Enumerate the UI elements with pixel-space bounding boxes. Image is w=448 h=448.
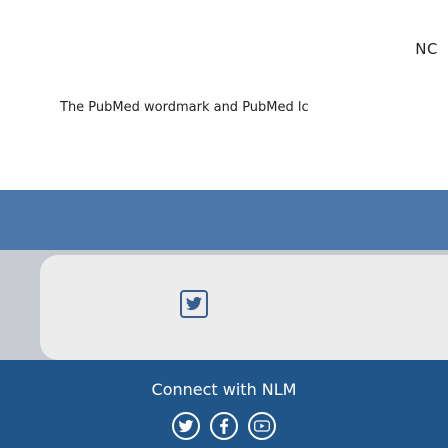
connect-title: Connect with NLM — [151, 380, 297, 399]
facebook-icon[interactable] — [210, 412, 238, 440]
facebook-glyph-icon — [220, 418, 229, 434]
twitter-glyph-icon — [178, 419, 194, 432]
footer-panel: Connect with NLM — [0, 360, 448, 448]
twitter-icon[interactable] — [172, 412, 200, 440]
header-panel: NC The PubMed wordmark and PubMed lc — [0, 0, 448, 190]
youtube-icon[interactable] — [248, 412, 276, 440]
social-icons-row — [0, 412, 448, 440]
youtube-glyph-icon — [254, 420, 270, 432]
social-card — [40, 255, 448, 360]
wordmark-description: The PubMed wordmark and PubMed lc — [60, 100, 309, 115]
twitter-bird-icon — [185, 297, 203, 311]
twitter-icon[interactable] — [180, 290, 208, 318]
blue-band — [0, 190, 448, 250]
nc-label: NC — [415, 40, 438, 58]
